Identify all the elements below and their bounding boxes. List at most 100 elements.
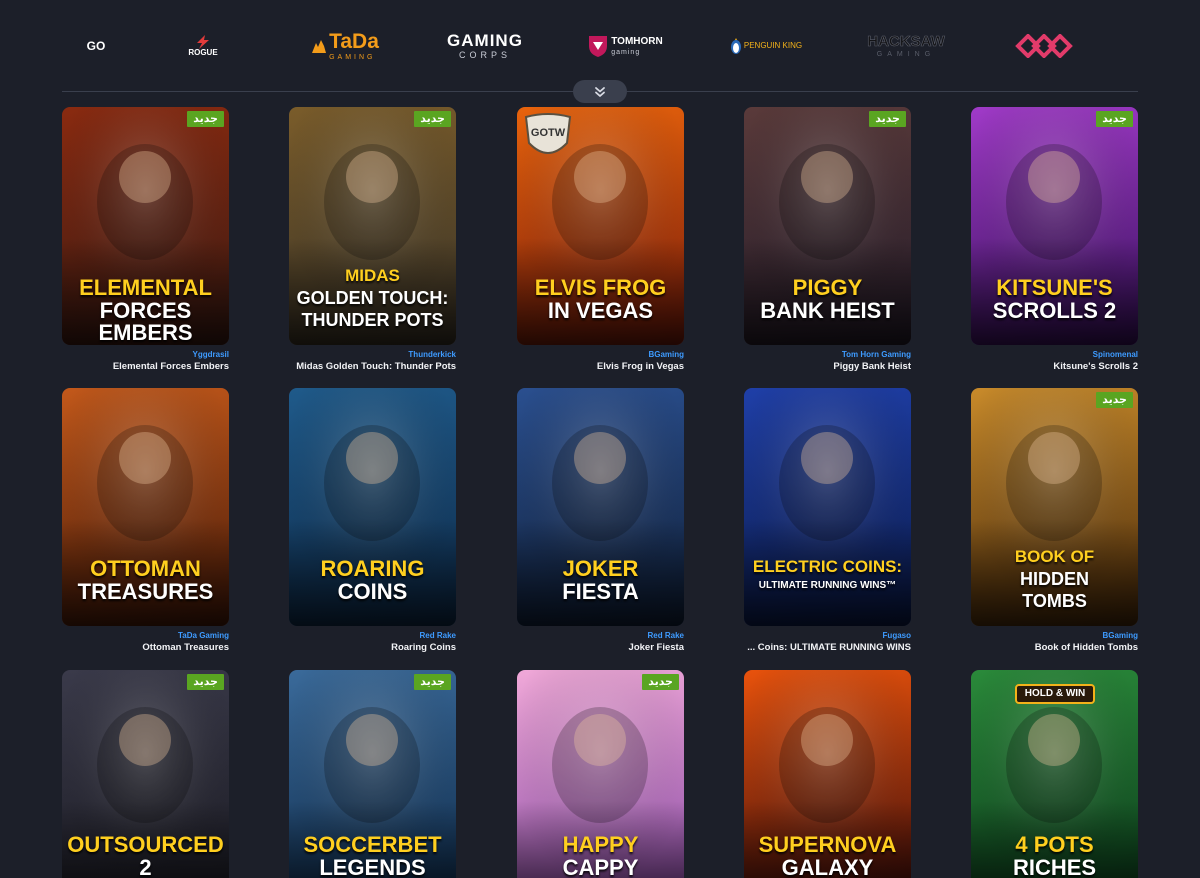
game-provider[interactable]: Yggdrasil xyxy=(62,350,229,359)
game-thumbnail[interactable]: HOLD & WIN 4 POTS RICHES xyxy=(971,670,1138,878)
provider-logo-text: PENGUIN KING xyxy=(743,41,803,50)
game-name[interactable]: Roaring Coins xyxy=(289,642,456,653)
game-title-line: FORCES EMBERS xyxy=(98,298,193,345)
game-title-line: CAPPY xyxy=(562,855,639,878)
provider-logo-rogue[interactable]: ROGUE xyxy=(186,28,220,64)
game-title-line: MIDAS xyxy=(345,266,400,285)
provider-logo-text: HACKSAW xyxy=(867,33,945,50)
game-card[interactable]: جديد BOOK OF HIDDEN TOMBS BGaming Book of Hid… xyxy=(971,388,1138,653)
game-provider[interactable]: Tom Horn Gaming xyxy=(744,350,911,359)
penguin-icon xyxy=(730,38,741,54)
provider-logo-gaming-corps[interactable]: GAMING CORPS xyxy=(440,28,530,64)
game-title-line: LEGENDS xyxy=(319,855,426,878)
game-card[interactable]: OTTOMAN TREASURES TaDa Gaming Ottoman Treas… xyxy=(62,388,229,653)
game-provider[interactable]: Spinomenal xyxy=(971,350,1138,359)
game-thumbnail[interactable]: GOTW ELVIS FROG IN VEGAS xyxy=(517,107,684,345)
game-title-line: 2 xyxy=(139,855,152,878)
game-name[interactable]: Elvis Frog in Vegas xyxy=(517,361,684,372)
game-card[interactable]: جديد OUTSOURCED 2 xyxy=(62,670,229,878)
game-name[interactable]: Piggy Bank Heist xyxy=(744,361,911,372)
game-name[interactable]: Kitsune's Scrolls 2 xyxy=(971,361,1138,372)
game-name[interactable]: Joker Fiesta xyxy=(517,642,684,653)
game-name[interactable]: Ottoman Treasures xyxy=(62,642,229,653)
game-title-line: SOCCERBET xyxy=(303,832,442,857)
game-name[interactable]: Book of Hidden Tombs xyxy=(971,642,1138,653)
new-badge: جديد xyxy=(414,674,451,690)
game-title-line: KITSUNE'S xyxy=(996,275,1113,300)
hold-and-win-banner: HOLD & WIN xyxy=(1015,684,1095,704)
provider-logo-tomhorn[interactable]: TOMHORN gaming xyxy=(585,28,665,64)
game-provider[interactable]: Thunderkick xyxy=(289,350,456,359)
game-provider[interactable]: Red Rake xyxy=(289,631,456,640)
game-card[interactable]: JOKER FIESTA Red Rake Joker Fiesta xyxy=(517,388,684,653)
game-thumbnail[interactable]: جديد BOOK OF HIDDEN TOMBS xyxy=(971,388,1138,626)
game-thumbnail[interactable]: جديد ELEMENTAL FORCES EMBERS xyxy=(62,107,229,345)
game-thumbnail[interactable]: جديد OUTSOURCED 2 xyxy=(62,670,229,878)
provider-logo-tada[interactable]: TaDa GAMING xyxy=(304,28,384,64)
tomhorn-shield-icon xyxy=(589,36,608,57)
chevron-double-down-icon xyxy=(595,86,605,97)
game-card[interactable]: ROARING COINS Red Rake Roaring Coins xyxy=(289,388,456,653)
game-thumbnail[interactable]: SUPERNOVA GALAXY xyxy=(744,670,911,878)
game-title-line: OUTSOURCED xyxy=(67,832,224,857)
game-card[interactable]: جديد MIDAS GOLDEN TOUCH: THUNDER POTS Thunde… xyxy=(289,107,456,372)
provider-logo-subtext: CORPS xyxy=(458,50,511,60)
game-title-line: SUPERNOVA xyxy=(758,832,897,857)
game-thumbnail[interactable]: ELECTRIC COINS: ULTIMATE RUNNING WINS™ xyxy=(744,388,911,626)
game-title-line: ROARING xyxy=(320,556,425,581)
game-card[interactable]: SUPERNOVA GALAXY xyxy=(744,670,911,878)
gotw-label: GOTW xyxy=(530,127,566,139)
game-thumbnail[interactable]: جديد KITSUNE'S SCROLLS 2 xyxy=(971,107,1138,345)
game-thumbnail[interactable]: ROARING COINS xyxy=(289,388,456,626)
game-card[interactable]: GOTW ELVIS FROG IN VEGAS BGaming Elvis Frog … xyxy=(517,107,684,372)
game-card[interactable]: ELECTRIC COINS: ULTIMATE RUNNING WINS™ Fug… xyxy=(744,388,911,653)
game-provider[interactable]: BGaming xyxy=(971,631,1138,640)
provider-logo-subtext: GAMING xyxy=(329,54,376,61)
game-of-the-week-badge: GOTW xyxy=(523,113,573,161)
provider-logo-text: GAMING xyxy=(447,31,523,50)
rogue-bolt-icon xyxy=(197,35,209,49)
game-card[interactable]: جديد PIGGY BANK HEIST Tom Horn Gaming Piggy … xyxy=(744,107,911,372)
game-title-line: FIESTA xyxy=(562,579,639,604)
game-provider[interactable]: Red Rake xyxy=(517,631,684,640)
tada-hand-icon xyxy=(312,40,327,53)
game-card[interactable]: جديد ELEMENTAL FORCES EMBERS Yggdrasil Eleme… xyxy=(62,107,229,372)
game-provider[interactable]: TaDa Gaming xyxy=(62,631,229,640)
game-name[interactable]: Elemental Forces Embers xyxy=(62,361,229,372)
game-title-line: SCROLLS 2 xyxy=(992,298,1117,323)
provider-logo-text: ROGUE xyxy=(188,48,218,57)
game-thumbnail[interactable]: جديد SOCCERBET LEGENDS xyxy=(289,670,456,878)
provider-logo-go[interactable]: GO xyxy=(86,28,106,64)
casino-game-lobby: GO ROGUE TaDa GAMING GAMING CORPS TOMHOR… xyxy=(0,0,1200,878)
provider-logo-penguin-king[interactable]: PENGUIN KING xyxy=(728,28,804,64)
game-title-line: ELECTRIC COINS: xyxy=(752,557,903,576)
game-thumbnail[interactable]: جديد MIDAS GOLDEN TOUCH: THUNDER POTS xyxy=(289,107,456,345)
game-card[interactable]: جديد HAPPY CAPPY xyxy=(517,670,684,878)
expand-providers-button[interactable] xyxy=(573,80,627,103)
new-badge: جديد xyxy=(642,674,679,690)
game-card[interactable]: جديد KITSUNE'S SCROLLS 2 Spinomenal Kitsune'… xyxy=(971,107,1138,372)
game-title-line: IN VEGAS xyxy=(547,298,654,323)
provider-logo-red[interactable] xyxy=(1014,28,1076,64)
game-title-line: JOKER xyxy=(562,556,639,581)
game-card[interactable]: HOLD & WIN 4 POTS RICHES xyxy=(971,670,1138,878)
game-card[interactable]: جديد SOCCERBET LEGENDS xyxy=(289,670,456,878)
provider-red-logo-icon xyxy=(1015,34,1073,58)
game-provider[interactable]: BGaming xyxy=(517,350,684,359)
game-title-line: BANK HEIST xyxy=(760,298,895,323)
new-badge: جديد xyxy=(187,674,224,690)
game-title-line: TREASURES xyxy=(77,579,214,604)
game-title-line: PIGGY xyxy=(792,275,863,300)
game-name[interactable]: Midas Golden Touch: Thunder Pots xyxy=(289,361,456,372)
game-thumbnail[interactable]: جديد HAPPY CAPPY xyxy=(517,670,684,878)
game-title-line: COINS xyxy=(337,579,408,604)
game-title-line: GALAXY xyxy=(781,855,874,878)
game-thumbnail[interactable]: JOKER FIESTA xyxy=(517,388,684,626)
provider-logo-hacksaw[interactable]: HACKSAW GAMING xyxy=(867,28,945,64)
game-thumbnail[interactable]: OTTOMAN TREASURES xyxy=(62,388,229,626)
game-name[interactable]: ... Coins: ULTIMATE RUNNING WINS xyxy=(744,642,911,653)
game-thumbnail[interactable]: جديد PIGGY BANK HEIST xyxy=(744,107,911,345)
new-badge: جديد xyxy=(187,111,224,127)
game-provider[interactable]: Fugaso xyxy=(744,631,911,640)
game-title-line: TOMBS xyxy=(1022,591,1087,611)
